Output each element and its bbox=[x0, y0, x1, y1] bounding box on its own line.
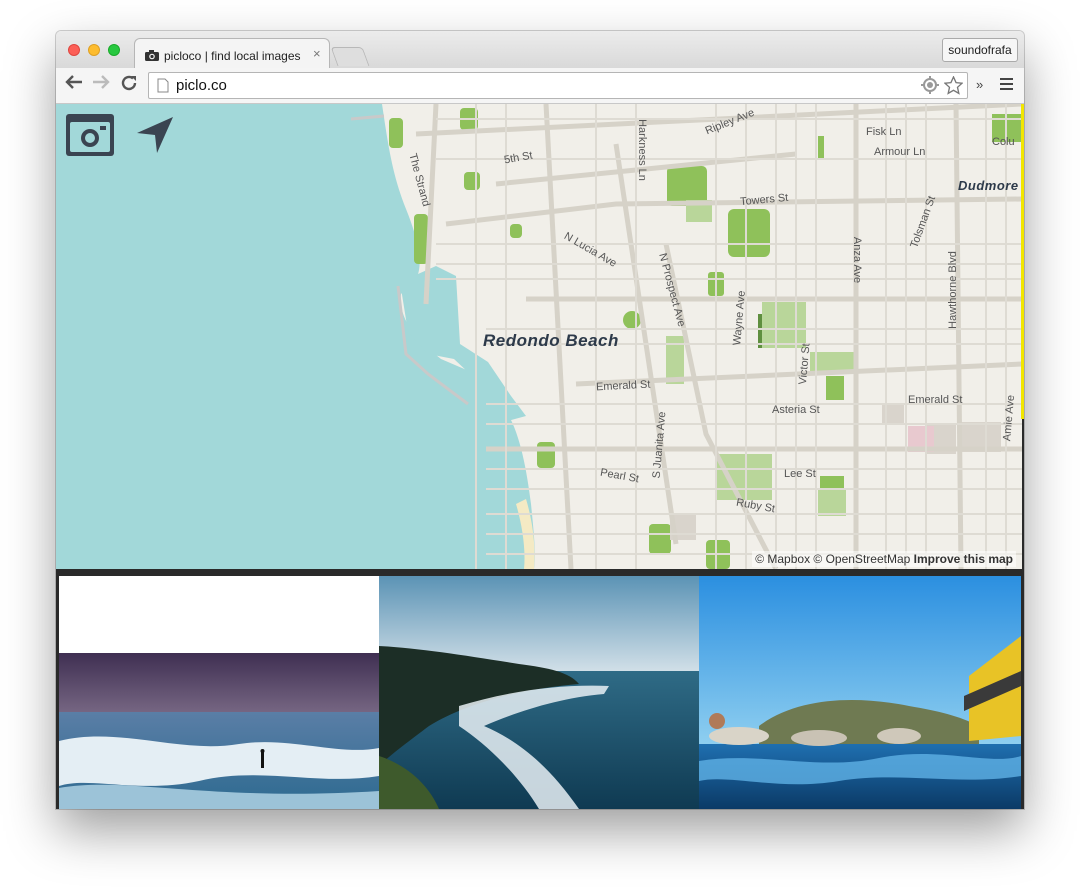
street-label: Fisk Ln bbox=[866, 126, 902, 138]
improve-map-link[interactable]: Improve this map bbox=[914, 552, 1013, 566]
profile-button[interactable]: soundofrafa bbox=[942, 38, 1018, 62]
street-label: Emerald St bbox=[908, 394, 963, 406]
minimize-window-button[interactable] bbox=[88, 44, 100, 56]
photo-tile[interactable] bbox=[699, 576, 1021, 809]
photo-gallery bbox=[59, 576, 1021, 809]
url-text: piclo.co bbox=[176, 77, 227, 94]
reload-icon[interactable] bbox=[120, 74, 138, 97]
street-label: Harkness Ln bbox=[635, 119, 648, 181]
street-label: Armour Ln bbox=[874, 146, 926, 158]
tab-picloco[interactable]: picloco | find local images × bbox=[134, 38, 330, 68]
map-scrollbar[interactable] bbox=[1021, 104, 1024, 419]
street-label: Colu bbox=[992, 136, 1015, 148]
camera-favicon-icon bbox=[145, 48, 159, 66]
address-bar[interactable]: piclo.co bbox=[148, 72, 968, 99]
page-content: Ripley Ave Fisk Ln Armour Ln Colu 5th St… bbox=[56, 104, 1024, 809]
forward-arrow-icon[interactable] bbox=[92, 74, 110, 95]
back-arrow-icon[interactable] bbox=[65, 74, 83, 95]
page-icon bbox=[157, 78, 169, 98]
close-window-button[interactable] bbox=[68, 44, 80, 56]
location-target-icon[interactable] bbox=[921, 76, 939, 99]
surfer-at-beach-photo bbox=[59, 576, 379, 809]
city-label-ne: Dudmore bbox=[958, 178, 1019, 193]
street-label: Lee St bbox=[784, 468, 816, 480]
swimmers-in-ocean-photo bbox=[699, 576, 1021, 809]
street-label: Asteria St bbox=[772, 404, 820, 416]
zoom-window-button[interactable] bbox=[108, 44, 120, 56]
attribution-text: © Mapbox © OpenStreetMap bbox=[755, 552, 911, 566]
new-tab-button[interactable] bbox=[330, 47, 370, 66]
map-view[interactable]: Ripley Ave Fisk Ln Armour Ln Colu 5th St… bbox=[56, 104, 1022, 569]
tab-title: picloco | find local images bbox=[164, 49, 301, 63]
map-attribution: © Mapbox © OpenStreetMap Improve this ma… bbox=[752, 551, 1016, 567]
extensions-overflow-icon[interactable]: » bbox=[976, 77, 983, 92]
hamburger-menu-icon[interactable] bbox=[1000, 78, 1013, 93]
tab-close-icon[interactable]: × bbox=[313, 46, 321, 61]
title-bar: picloco | find local images × soundofraf… bbox=[56, 31, 1024, 68]
street-label: Anza Ave bbox=[851, 236, 864, 284]
photo-tile[interactable] bbox=[59, 576, 379, 809]
browser-window: picloco | find local images × soundofraf… bbox=[56, 31, 1024, 809]
street-label: Hawthorne Blvd bbox=[946, 251, 959, 329]
coastline-cliffs-photo bbox=[379, 576, 699, 809]
photo-tile[interactable] bbox=[379, 576, 699, 809]
city-label: Redondo Beach bbox=[483, 331, 619, 350]
bookmark-star-icon[interactable] bbox=[943, 75, 964, 100]
browser-toolbar: piclo.co » bbox=[56, 68, 1024, 104]
